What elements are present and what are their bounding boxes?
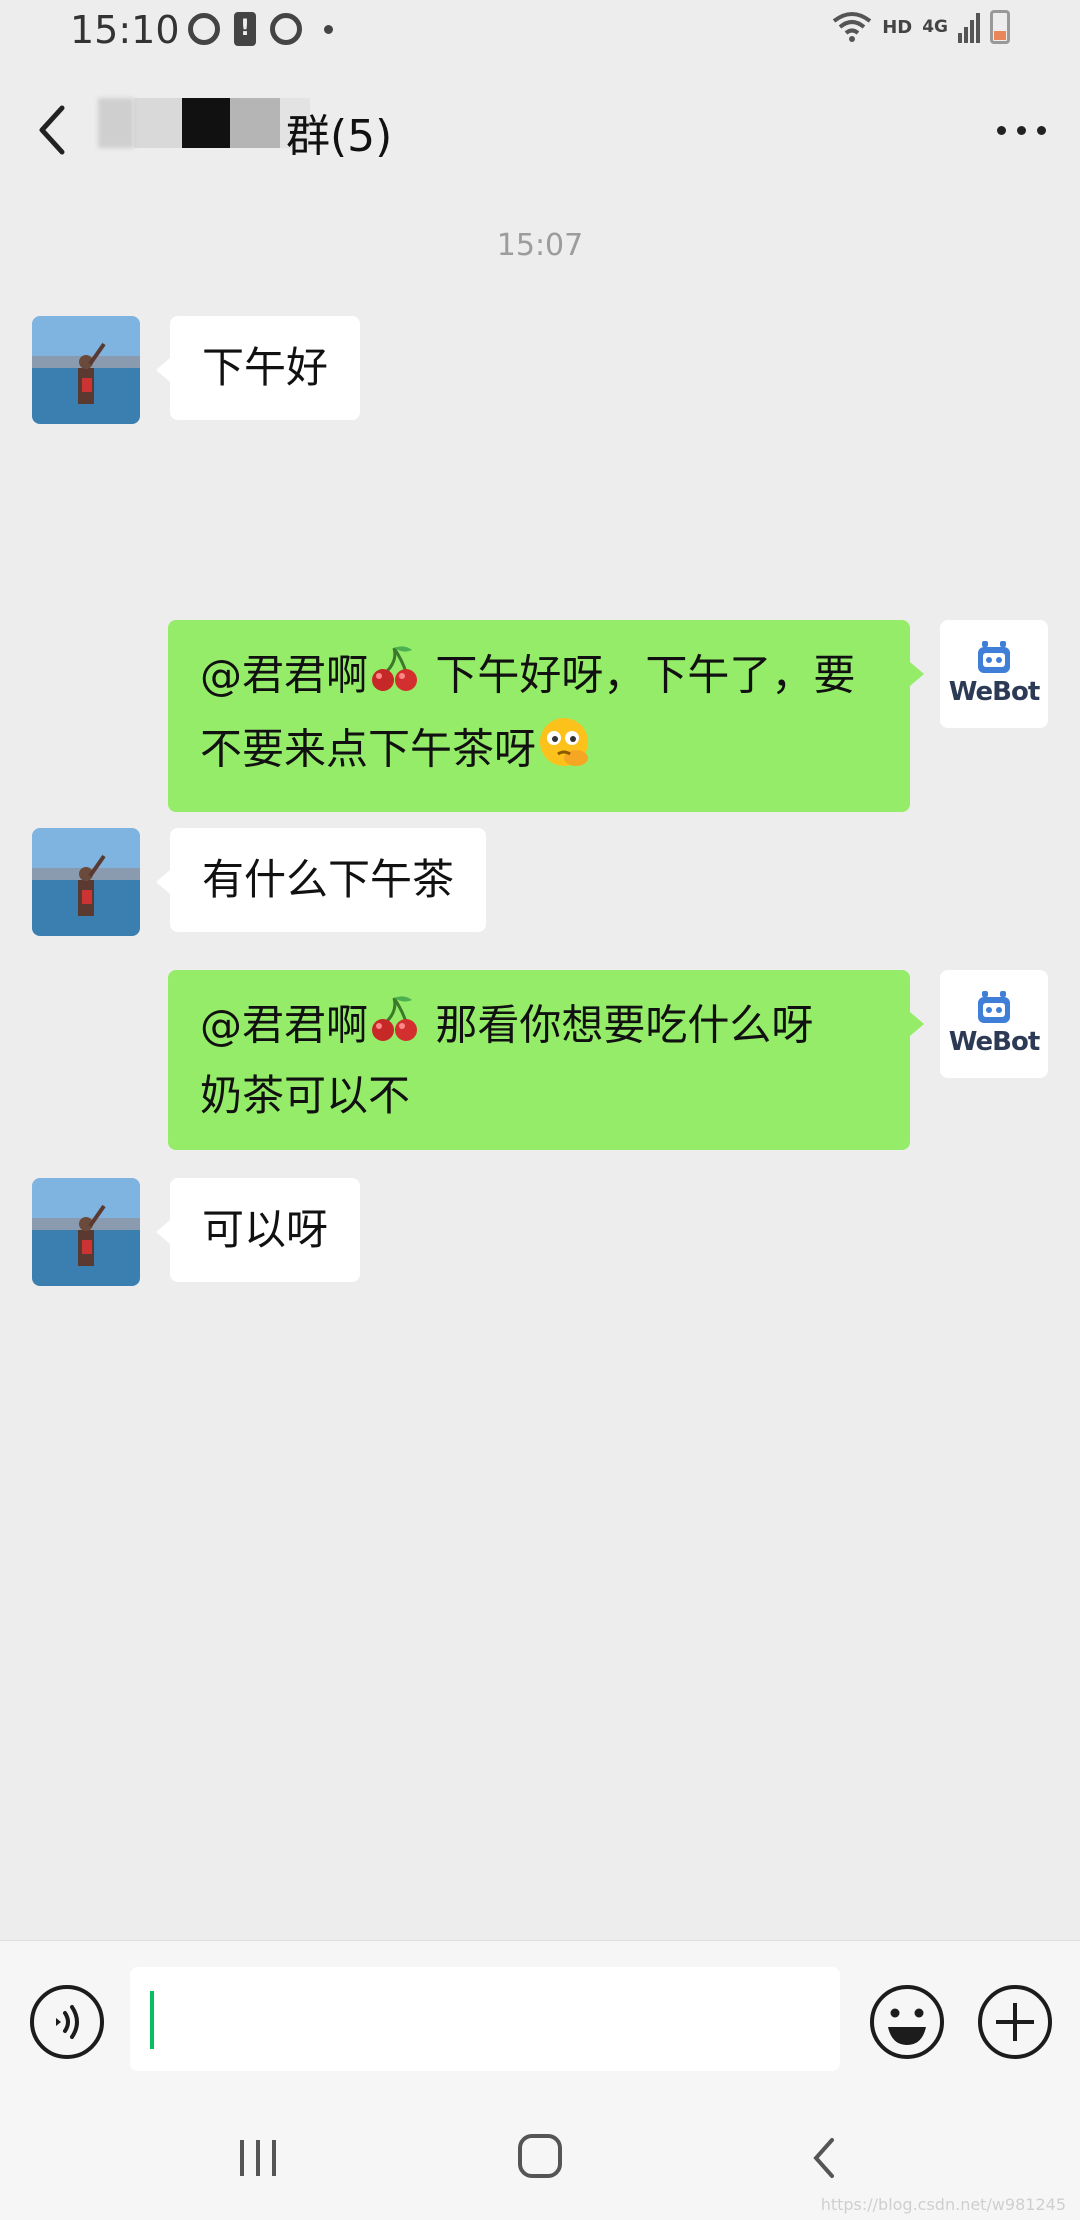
status-system-icons: HD 4G xyxy=(832,10,1010,44)
bubble-tail xyxy=(910,1012,924,1036)
back-button[interactable] xyxy=(28,98,78,162)
chat-title: 群(5) xyxy=(286,111,393,162)
back-icon xyxy=(813,2138,834,2178)
message-text: 有什么下午茶 xyxy=(202,855,455,904)
status-time: 15:10 xyxy=(70,8,180,52)
wifi-icon xyxy=(832,11,872,43)
incoming-message-bubble[interactable]: 下午好 xyxy=(170,316,361,420)
user-avatar[interactable] xyxy=(32,1178,140,1286)
network-type-label: 4G xyxy=(922,17,948,37)
message-text: 下午好 xyxy=(202,343,329,392)
mention-text: @君君啊 xyxy=(200,1000,369,1050)
plus-icon xyxy=(978,1985,1052,2059)
bubble-tail xyxy=(910,662,924,686)
robot-icon xyxy=(978,641,1010,673)
more-options-button[interactable] xyxy=(997,126,1046,135)
status-notification-icons: ! xyxy=(188,12,333,46)
bubble-tail xyxy=(156,358,170,382)
mention-text: @君君啊 xyxy=(200,650,369,700)
signal-icon xyxy=(958,11,980,43)
message-line-2: 奶茶可以不 xyxy=(200,1071,411,1120)
webot-label: WeBot xyxy=(948,677,1040,707)
plus-button[interactable] xyxy=(976,1983,1054,2061)
cherry-emoji-icon xyxy=(368,992,422,1064)
voice-button[interactable] xyxy=(30,1985,104,2059)
message-timestamp: 15:07 xyxy=(496,228,584,263)
emoji-button[interactable] xyxy=(868,1983,946,2061)
battery-icon xyxy=(990,10,1010,44)
redacted-group-name xyxy=(98,98,310,148)
message-line-2: 不要来点下午茶呀 xyxy=(200,724,537,774)
bubble-tail xyxy=(156,1220,170,1244)
message-line-1: 下午好呀，下午了，要 xyxy=(435,650,856,700)
text-caret xyxy=(150,1991,154,2049)
hd-label: HD xyxy=(882,16,913,38)
nav-back-button[interactable] xyxy=(806,2134,842,2186)
outgoing-message-bubble[interactable]: @君君啊 那看你想要吃什么呀 奶茶可以不 xyxy=(168,970,910,1150)
incoming-message-bubble[interactable]: 可以呀 xyxy=(170,1178,361,1282)
recent-apps-icon xyxy=(240,2140,276,2176)
voice-icon xyxy=(56,2005,79,2039)
message-input[interactable] xyxy=(130,1967,840,2071)
input-bar xyxy=(0,1940,1080,2101)
user-avatar[interactable] xyxy=(32,828,140,936)
system-nav-bar: https://blog.csdn.net/w981245 xyxy=(0,2100,1080,2220)
message-line-1: 那看你想要吃什么呀 xyxy=(435,1000,814,1050)
home-icon xyxy=(518,2134,562,2178)
emoji-icon xyxy=(870,1985,944,2059)
webot-avatar[interactable]: WeBot xyxy=(940,620,1048,728)
bubble-tail xyxy=(156,870,170,894)
chevron-left-icon xyxy=(39,105,65,155)
more-horizontal-icon xyxy=(997,126,1006,135)
thinking-face-emoji-icon xyxy=(536,714,594,790)
message-text: 可以呀 xyxy=(202,1205,329,1254)
more-notifications-dot-icon xyxy=(324,24,333,34)
robot-icon xyxy=(978,991,1010,1023)
user-avatar[interactable] xyxy=(32,316,140,424)
recent-apps-button[interactable] xyxy=(236,2136,280,2184)
watermark-text: https://blog.csdn.net/w981245 xyxy=(820,2195,1066,2214)
home-button[interactable] xyxy=(516,2132,564,2184)
webot-label: WeBot xyxy=(948,1027,1040,1057)
outgoing-message-bubble[interactable]: @君君啊 下午好呀，下午了，要 不要来点下午茶呀 xyxy=(168,620,910,812)
incoming-message-bubble[interactable]: 有什么下午茶 xyxy=(170,828,487,932)
status-bar: 15:10 ! HD 4G xyxy=(0,0,1080,64)
q-notification-icon xyxy=(188,13,220,45)
chat-header: 群(5) xyxy=(0,68,1080,192)
sync-icon xyxy=(270,13,302,45)
webot-avatar[interactable]: WeBot xyxy=(940,970,1048,1078)
battery-alert-icon: ! xyxy=(234,12,256,46)
cherry-emoji-icon xyxy=(368,642,422,714)
